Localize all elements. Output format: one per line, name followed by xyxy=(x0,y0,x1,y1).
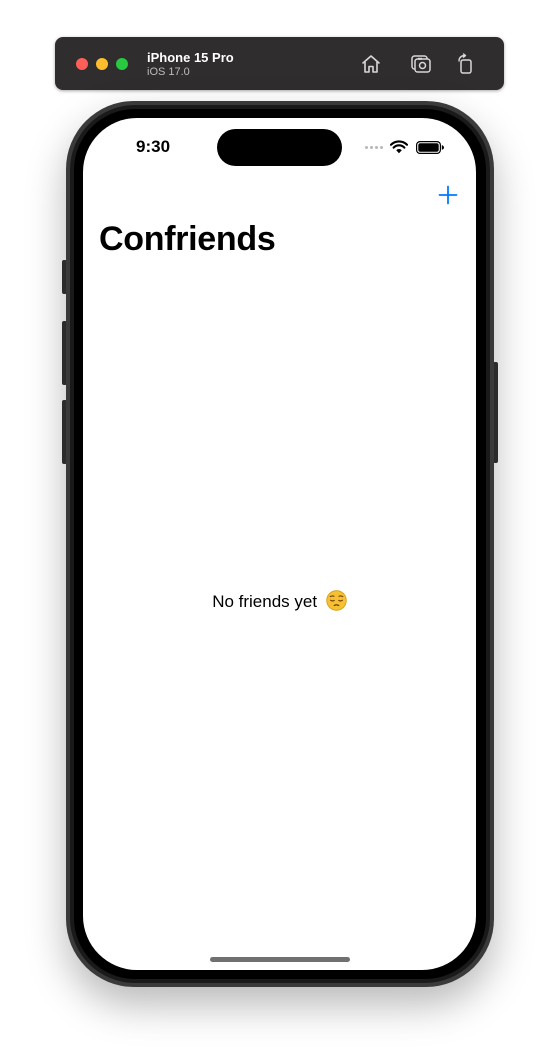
rotate-icon xyxy=(458,53,472,74)
cellular-signal-icon xyxy=(365,145,383,149)
add-friend-button[interactable] xyxy=(435,182,461,208)
pensive-face-emoji-icon: 😔 xyxy=(326,590,347,617)
home-indicator[interactable] xyxy=(210,957,350,962)
empty-state: No friends yet 😔 xyxy=(83,590,476,617)
empty-state-message: No friends yet xyxy=(212,592,318,611)
simulator-title-bar: iPhone 15 Pro iOS 17.0 xyxy=(55,37,504,90)
zoom-window-button[interactable] xyxy=(116,58,128,70)
os-version: iOS 17.0 xyxy=(147,66,190,78)
device-name: iPhone 15 Pro xyxy=(147,50,234,65)
page-title: Confriends xyxy=(99,220,276,258)
screenshot-button[interactable] xyxy=(409,52,433,76)
plus-icon xyxy=(438,185,458,205)
close-window-button[interactable] xyxy=(76,58,88,70)
home-icon xyxy=(362,55,380,73)
battery-icon xyxy=(416,140,444,154)
dynamic-island xyxy=(217,129,342,166)
minimize-window-button[interactable] xyxy=(96,58,108,70)
rotate-button[interactable] xyxy=(454,52,478,76)
phone-screen: 9:30 Confriends No friends yet xyxy=(83,118,476,970)
screenshot-icon xyxy=(411,55,431,73)
simulator-stage: iPhone 15 Pro iOS 17.0 9:30 Confriends N… xyxy=(0,0,559,1062)
status-bar-icons xyxy=(365,138,444,156)
status-bar-time: 9:30 xyxy=(136,137,171,156)
home-button[interactable] xyxy=(359,52,383,76)
wifi-icon xyxy=(390,140,408,154)
